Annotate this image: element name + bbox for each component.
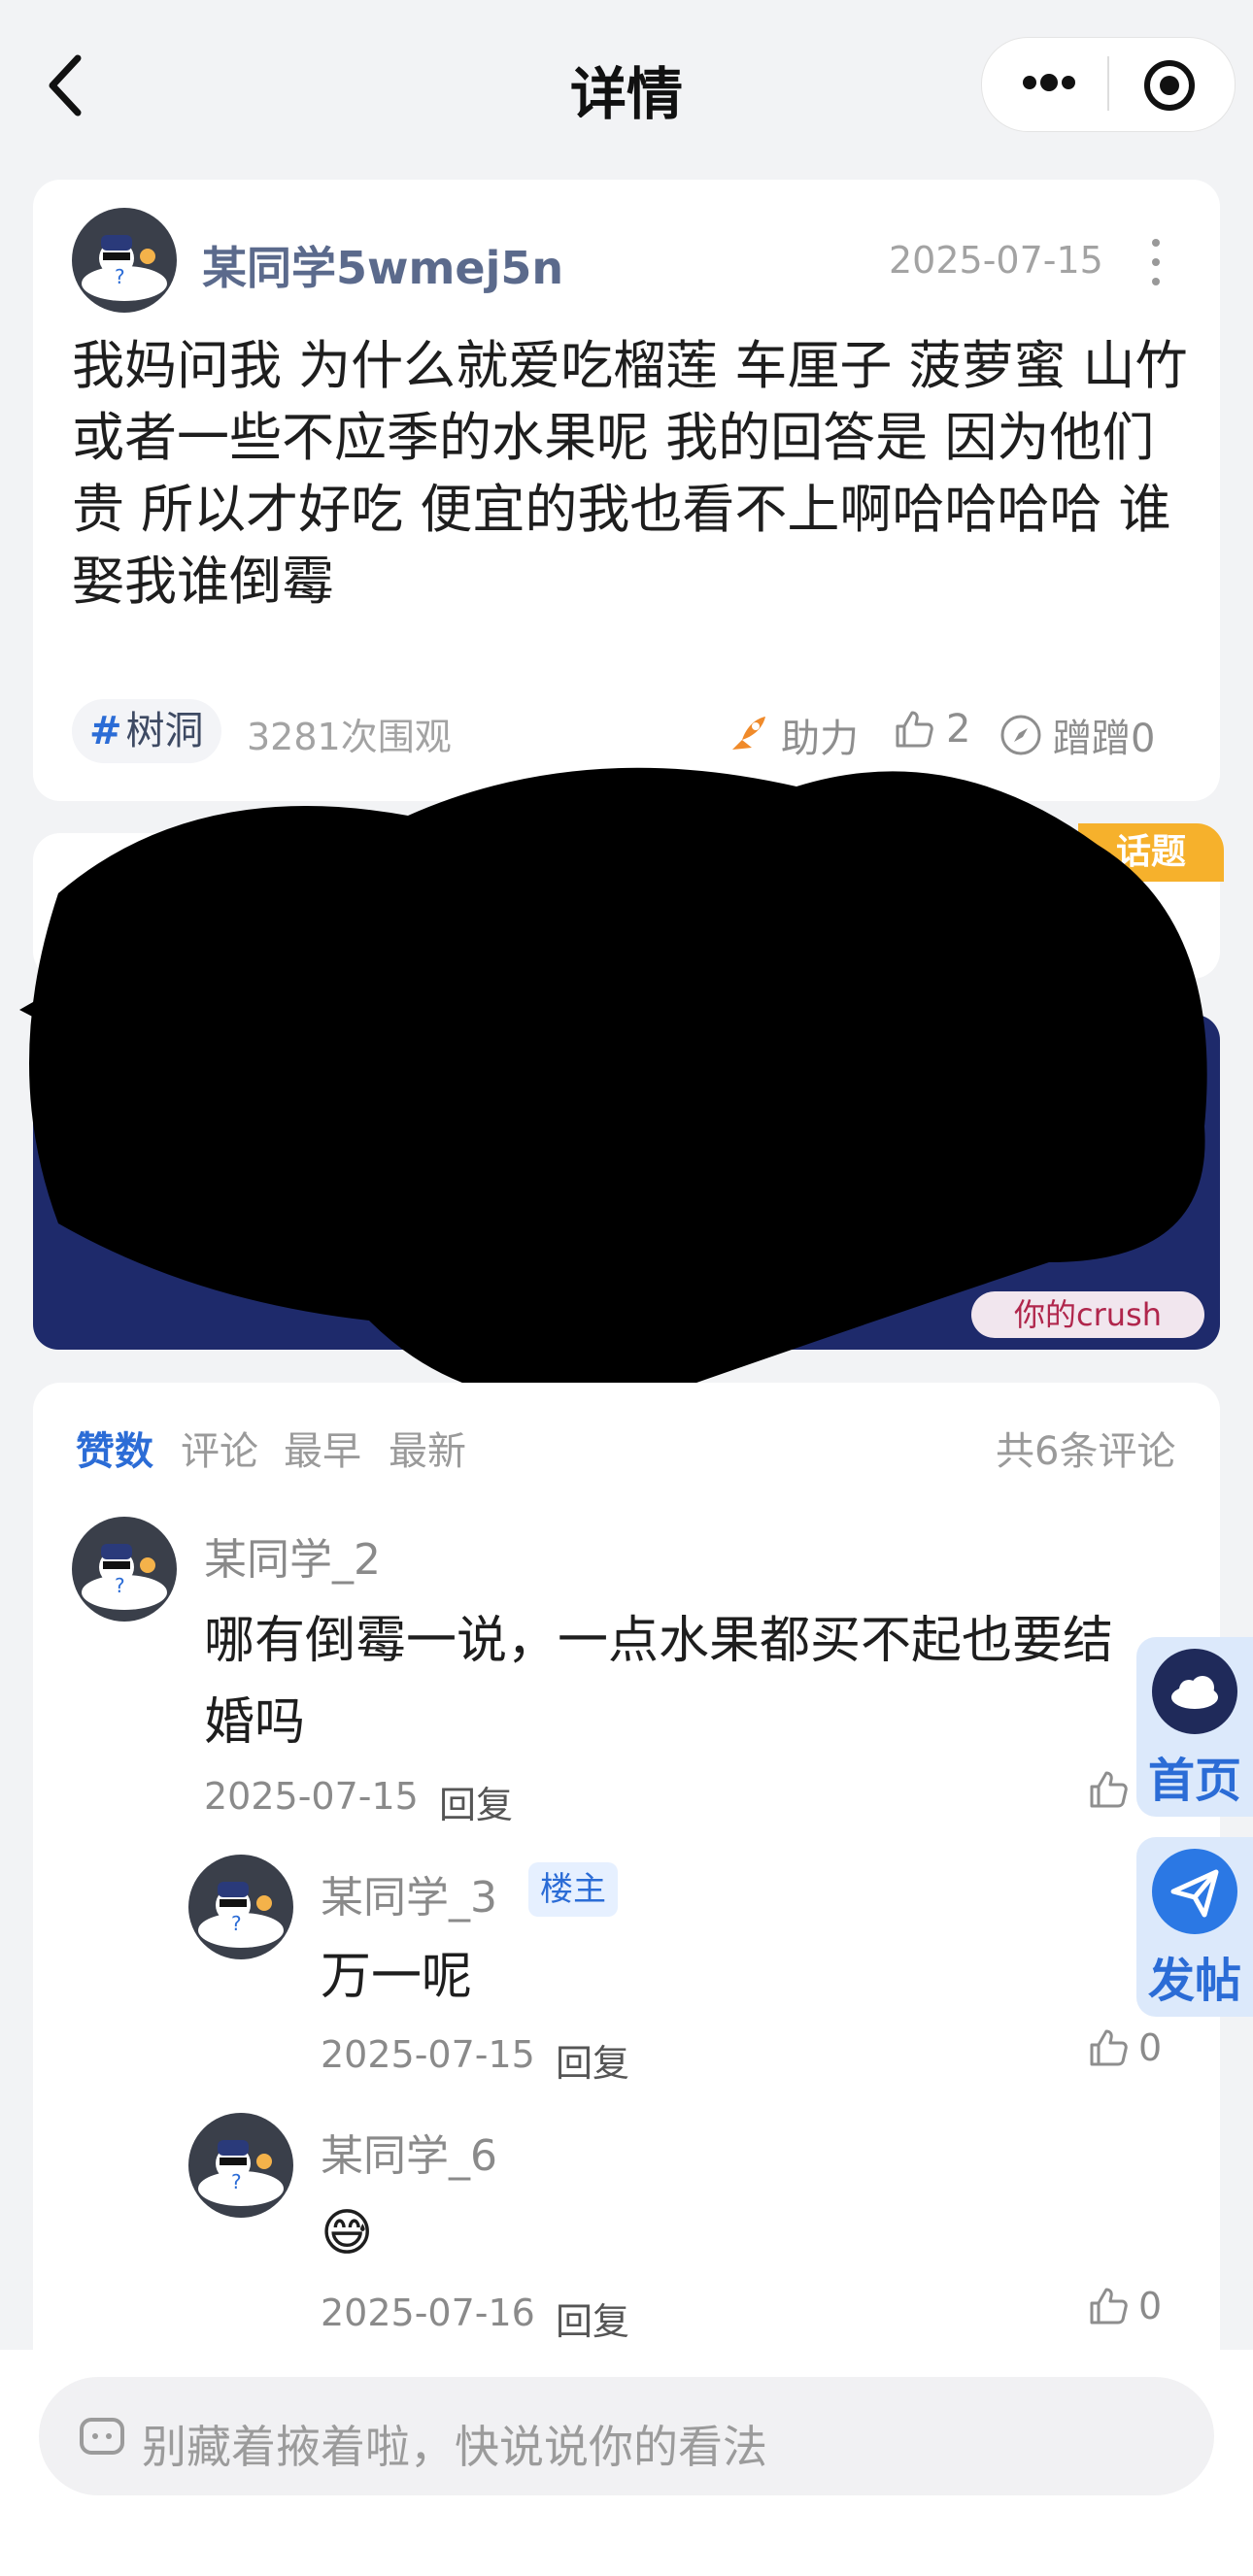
post-content: 我妈问我 为什么就爱吃榴莲 车厘子 菠萝蜜 山竹或者一些不应季的水果呢 我的回答… (72, 335, 1188, 612)
reply-like-button[interactable]: 0 (1086, 2025, 1162, 2070)
post-date: 2025-07-15 (889, 239, 1103, 282)
reply-button[interactable]: 回复 (556, 2292, 629, 2345)
more-icon[interactable] (1010, 53, 1088, 112)
svg-text:?: ? (231, 2170, 242, 2193)
reply-date: 2025-07-16 (321, 2292, 535, 2334)
comment-avatar[interactable]: ? (72, 1517, 177, 1622)
home-logo-icon (1152, 1649, 1237, 1734)
sort-tab-likes[interactable]: 赞数 (76, 1420, 153, 1476)
reply-text: 😅 (321, 2204, 374, 2262)
reply-button[interactable]: 回复 (556, 2033, 629, 2087)
reply-date: 2025-07-15 (321, 2033, 535, 2076)
avatar-icon: ? (188, 1855, 293, 1959)
avatar-icon: ? (188, 2113, 293, 2218)
svg-text:?: ? (115, 1574, 125, 1597)
reply-button[interactable]: 回复 (439, 1775, 513, 1828)
reply-like-button[interactable]: 0 (1086, 2284, 1162, 2328)
sort-tab-newest[interactable]: 最新 (389, 1420, 466, 1476)
owner-badge: 楼主 (528, 1862, 618, 1917)
sort-tab-comments[interactable]: 评论 (181, 1420, 258, 1476)
comment-date: 2025-07-15 (204, 1775, 419, 1818)
thumbs-up-icon[interactable] (1086, 1767, 1131, 1812)
thumbs-up-icon (1090, 2288, 1128, 2325)
comment-total: 共6条评论 (996, 1429, 1176, 1474)
reply-username[interactable]: 某同学_3 (321, 1862, 497, 1924)
reply-like-count: 0 (1138, 2285, 1163, 2327)
comment-username[interactable]: 某同学_2 (204, 1524, 381, 1587)
close-target-icon[interactable] (1142, 58, 1197, 113)
chat-bubble-icon (80, 2418, 124, 2455)
avatar-icon: ? (72, 208, 177, 313)
thumbs-up-icon (1090, 2029, 1128, 2066)
reply-like-count: 0 (1138, 2026, 1163, 2069)
comment-text: 哪有倒霉一说，一点水果都买不起也要结婚吗 (204, 1612, 1114, 1752)
post-float-label: 发帖 (1147, 1954, 1241, 2008)
post-menu-icon[interactable] (1146, 233, 1166, 291)
comment-input-placeholder[interactable]: 别藏着掖着啦，快说说你的看法 (142, 2412, 767, 2476)
svg-text:?: ? (115, 265, 125, 288)
redaction-scribble (19, 767, 1207, 1403)
capsule-divider (1107, 56, 1109, 111)
reply-avatar[interactable]: ? (188, 1855, 293, 1959)
avatar[interactable]: ? (72, 208, 177, 313)
send-icon (1152, 1849, 1237, 1934)
reply-username[interactable]: 某同学_6 (321, 2121, 497, 2183)
sort-tab-earliest[interactable]: 最早 (284, 1420, 361, 1476)
post-username[interactable]: 某同学5wmej5n (202, 233, 563, 297)
reply-text: 万一呢 (321, 1948, 473, 2006)
avatar-icon: ? (72, 1517, 177, 1622)
home-float-label: 首页 (1147, 1754, 1241, 1808)
svg-text:?: ? (231, 1912, 242, 1935)
reply-avatar[interactable]: ? (188, 2113, 293, 2218)
